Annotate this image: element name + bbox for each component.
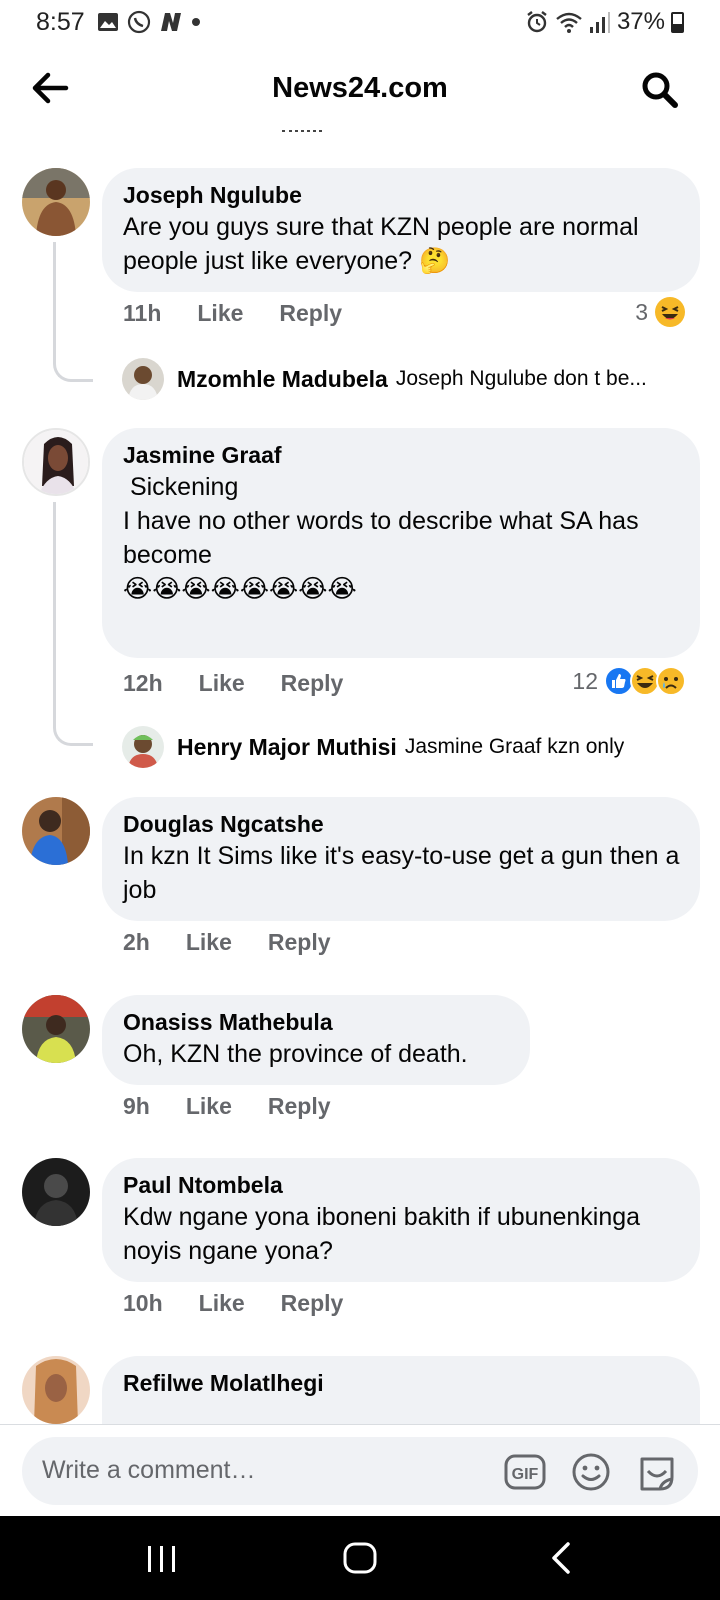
reply-preview[interactable]: Mzomhle Madubela Joseph Ngulube don t be… [122,358,647,400]
avatar[interactable] [22,1356,90,1424]
reaction-summary[interactable]: 3 [635,296,686,328]
news-app-icon [161,13,181,31]
haha-reaction-icon [655,297,685,327]
reply-author[interactable]: Mzomhle Madubela [177,366,388,393]
commenter-name[interactable]: Jasmine Graaf [123,440,680,470]
comment-text: Are you guys sure that KZN people are no… [123,213,646,275]
gif-icon[interactable]: GIF [504,1451,546,1493]
reaction-summary[interactable]: 12 [572,666,686,696]
comment-bubble[interactable]: Onasiss Mathebula Oh, KZN the province o… [102,995,530,1085]
comment-text: Sickening I have no other words to descr… [123,473,639,603]
reaction-count: 12 [572,667,598,694]
comment-composer: Write a comment… GIF [0,1424,720,1516]
comment-time[interactable]: 9h [123,1093,150,1120]
avatar[interactable] [122,726,164,768]
comment-actions: 12h Like Reply [123,670,379,697]
status-right: 37% [525,8,684,36]
comment-input[interactable]: Write a comment… GIF [22,1437,698,1505]
reply-button[interactable]: Reply [279,300,342,327]
comment-bubble[interactable]: Paul Ntombela Kdw ngane yona iboneni bak… [102,1158,700,1282]
emoji-icon[interactable] [570,1451,612,1493]
comment-actions: 2h Like Reply [123,929,367,956]
commenter-name[interactable]: Refilwe Molatlhegi [123,1368,680,1398]
system-nav-bar [0,1516,720,1600]
comment-time[interactable]: 10h [123,1290,163,1317]
comment-text: Oh, KZN the province of death. [123,1040,468,1068]
search-icon[interactable] [640,70,680,110]
comment-text: In kzn It Sims like it's easy-to-use get… [123,842,687,904]
avatar[interactable] [22,1158,90,1226]
gallery-icon [98,13,118,31]
like-button[interactable]: Like [197,300,243,327]
comment-bubble[interactable]: Jasmine Graaf Sickening I have no other … [102,428,700,658]
like-button[interactable]: Like [199,670,245,697]
comment-bubble[interactable]: Joseph Ngulube Are you guys sure that KZ… [102,168,700,292]
alarm-icon [527,11,547,33]
avatar[interactable] [22,995,90,1063]
avatar[interactable] [22,428,90,496]
scroll-remnant [282,130,322,132]
wifi-icon [556,12,582,33]
comments-feed[interactable]: Joseph Ngulube Are you guys sure that KZ… [0,130,720,1424]
like-button[interactable]: Like [199,1290,245,1317]
recent-apps-icon[interactable] [140,1536,184,1580]
avatar[interactable] [22,797,90,865]
comment-time[interactable]: 2h [123,929,150,956]
commenter-name[interactable]: Paul Ntombela [123,1170,680,1200]
like-button[interactable]: Like [186,929,232,956]
comment-bubble[interactable]: Douglas Ngcatshe In kzn It Sims like it'… [102,797,700,921]
reply-button[interactable]: Reply [281,1290,344,1317]
battery-icon [671,11,684,33]
back-nav-icon[interactable] [540,1536,584,1580]
reply-text: Jasmine Graaf kzn only [404,735,625,758]
sad-reaction-icon [656,666,686,696]
reply-author[interactable]: Henry Major Muthisi [177,734,397,761]
comment-actions: 10h Like Reply [123,1290,379,1317]
commenter-name[interactable]: Joseph Ngulube [123,180,680,210]
signal-icon [589,12,610,33]
thread-connector [53,242,93,382]
reply-preview[interactable]: Henry Major Muthisi Jasmine Graaf kzn on… [122,726,624,768]
thread-connector [53,502,93,746]
gif-label: GIF [512,1466,539,1483]
reply-button[interactable]: Reply [281,670,344,697]
battery-percent: 37% [616,8,665,35]
avatar[interactable] [122,358,164,400]
status-bar: 8:57 37% [0,0,720,46]
home-icon[interactable] [338,1536,382,1580]
comment-time[interactable]: 12h [123,670,163,697]
dot-icon [192,18,200,26]
status-time: 8:57 [36,8,85,36]
reaction-count: 3 [635,298,648,325]
comment-actions: 11h Like Reply [123,300,378,327]
comment-text: Kdw ngane yona iboneni bakith if ubunenk… [123,1203,648,1265]
reply-button[interactable]: Reply [268,1093,331,1120]
avatar[interactable] [22,168,90,236]
commenter-name[interactable]: Onasiss Mathebula [123,1007,510,1037]
reply-button[interactable]: Reply [268,929,331,956]
comment-actions: 9h Like Reply [123,1093,367,1120]
page-title: News24.com [272,72,448,104]
like-button[interactable]: Like [186,1093,232,1120]
reply-text: Joseph Ngulube don t be... [395,367,647,390]
commenter-name[interactable]: Douglas Ngcatshe [123,809,680,839]
comment-time[interactable]: 11h [123,300,161,327]
comment-placeholder: Write a comment… [42,1456,256,1484]
sticker-icon[interactable] [636,1451,678,1493]
whatsapp-icon [127,10,151,34]
comment-bubble[interactable]: Refilwe Molatlhegi [102,1356,700,1424]
notification-icons [97,10,201,34]
top-app-bar: News24.com [0,46,720,130]
